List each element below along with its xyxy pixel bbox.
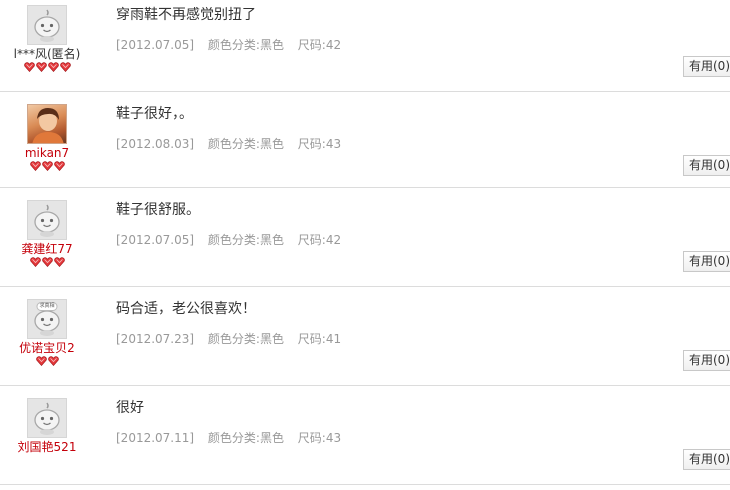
helpful-button[interactable]: 有用(0)	[682, 449, 730, 470]
credit-gems	[0, 257, 94, 268]
credit-gem-icon	[35, 356, 47, 366]
default-avatar-icon[interactable]	[27, 398, 67, 438]
review-size: 尺码:42	[297, 233, 342, 247]
review-content: 鞋子很好，。 [2012.08.03] 颜色分类:黑色 尺码:43	[116, 105, 676, 152]
reviewer-name: l***风(匿名)	[13, 47, 81, 61]
helpful-count: (0)	[713, 254, 730, 268]
review-meta: [2012.07.23] 颜色分类:黑色 尺码:41	[116, 331, 676, 347]
credit-gem-icon	[35, 62, 47, 72]
credit-gem-icon	[41, 257, 53, 267]
credit-gem-icon	[23, 62, 35, 72]
default-avatar-icon[interactable]: 求真相	[27, 299, 67, 339]
helpful-label: 有用	[688, 59, 713, 73]
review-content: 鞋子很舒服。 [2012.07.05] 颜色分类:黑色 尺码:42	[116, 201, 676, 248]
credit-gem-icon	[29, 161, 41, 171]
review-date: [2012.07.05]	[116, 38, 195, 52]
reviewer-info: 刘国艳521	[0, 398, 94, 466]
credit-gem-icon	[59, 62, 71, 72]
credit-gem-icon	[53, 161, 65, 171]
credit-gems	[0, 62, 94, 73]
review-date: [2012.07.23]	[116, 332, 195, 346]
reviewer-name: 优诺宝贝2	[19, 341, 75, 355]
reviewer-name: 龚建红77	[21, 242, 73, 256]
review-content: 很好 [2012.07.11] 颜色分类:黑色 尺码:43	[116, 399, 676, 446]
helpful-button[interactable]: 有用(0)	[682, 251, 730, 272]
review-meta: [2012.07.05] 颜色分类:黑色 尺码:42	[116, 37, 676, 53]
credit-gem-icon	[53, 257, 65, 267]
review-row: 求真相 优诺宝贝2 码合适，老公很喜欢！ [2012.07.23] 颜色分类:黑…	[0, 287, 730, 386]
credit-gems	[0, 455, 94, 466]
review-row: mikan7 鞋子很好，。 [2012.08.03] 颜色分类:黑色 尺码:43…	[0, 92, 730, 188]
review-text: 很好	[116, 400, 144, 416]
credit-gems	[0, 356, 94, 367]
helpful-count: (0)	[713, 452, 730, 466]
helpful-label: 有用	[688, 353, 713, 367]
helpful-button[interactable]: 有用(0)	[682, 350, 730, 371]
default-avatar-icon[interactable]	[27, 5, 67, 45]
reviewer-info: l***风(匿名)	[0, 5, 94, 73]
reviewer-name: 刘国艳521	[17, 440, 77, 454]
review-meta: [2012.08.03] 颜色分类:黑色 尺码:43	[116, 136, 676, 152]
review-content: 码合适，老公很喜欢！ [2012.07.23] 颜色分类:黑色 尺码:41	[116, 300, 676, 347]
helpful-count: (0)	[713, 158, 730, 172]
credit-gem-icon	[29, 257, 41, 267]
review-text: 鞋子很舒服。	[116, 202, 200, 218]
review-size: 尺码:43	[297, 431, 342, 445]
review-size: 尺码:42	[297, 38, 342, 52]
reviewer-name: mikan7	[24, 146, 70, 160]
helpful-label: 有用	[688, 158, 713, 172]
review-row: 龚建红77 鞋子很舒服。 [2012.07.05] 颜色分类:黑色 尺码:42 …	[0, 188, 730, 287]
review-color: 颜色分类:黑色	[207, 332, 284, 346]
review-text: 码合适，老公很喜欢！	[116, 301, 256, 317]
review-size: 尺码:41	[297, 332, 342, 346]
credit-gem-icon	[47, 356, 59, 366]
helpful-button[interactable]: 有用(0)	[682, 56, 730, 77]
review-row: 刘国艳521 很好 [2012.07.11] 颜色分类:黑色 尺码:43 有用(…	[0, 386, 730, 485]
review-color: 颜色分类:黑色	[207, 38, 284, 52]
user-photo-avatar[interactable]	[27, 104, 67, 144]
helpful-label: 有用	[688, 254, 713, 268]
credit-gem-icon	[41, 161, 53, 171]
review-text: 鞋子很好，。	[116, 106, 193, 122]
default-avatar-icon[interactable]	[27, 200, 67, 240]
credit-gems	[0, 161, 94, 172]
review-text: 穿雨鞋不再感觉别扭了	[116, 7, 256, 23]
reviewer-info: 龚建红77	[0, 200, 94, 268]
reviewer-info: mikan7	[0, 104, 94, 172]
review-content: 穿雨鞋不再感觉别扭了 [2012.07.05] 颜色分类:黑色 尺码:42	[116, 6, 676, 53]
helpful-button[interactable]: 有用(0)	[682, 155, 730, 176]
credit-gem-icon	[47, 62, 59, 72]
review-meta: [2012.07.11] 颜色分类:黑色 尺码:43	[116, 430, 676, 446]
review-meta: [2012.07.05] 颜色分类:黑色 尺码:42	[116, 232, 676, 248]
review-list: l***风(匿名) 穿雨鞋不再感觉别扭了 [2012.07.05] 颜色分类:黑…	[0, 0, 730, 490]
helpful-count: (0)	[713, 59, 730, 73]
review-row: l***风(匿名) 穿雨鞋不再感觉别扭了 [2012.07.05] 颜色分类:黑…	[0, 0, 730, 92]
review-color: 颜色分类:黑色	[207, 431, 284, 445]
helpful-count: (0)	[713, 353, 730, 367]
helpful-label: 有用	[688, 452, 713, 466]
review-date: [2012.07.05]	[116, 233, 195, 247]
review-date: [2012.08.03]	[116, 137, 195, 151]
review-color: 颜色分类:黑色	[207, 233, 284, 247]
avatar-badge: 求真相	[36, 302, 58, 311]
review-size: 尺码:43	[297, 137, 342, 151]
review-date: [2012.07.11]	[116, 431, 195, 445]
review-color: 颜色分类:黑色	[207, 137, 284, 151]
reviewer-info: 求真相 优诺宝贝2	[0, 299, 94, 367]
